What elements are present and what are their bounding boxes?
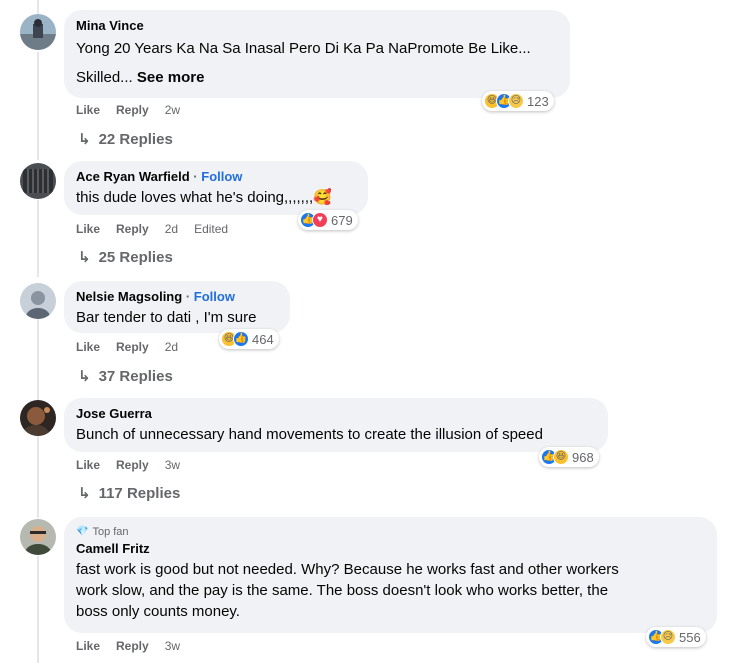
like-button[interactable]: Like (76, 458, 100, 472)
reaction-summary[interactable]: 😆 👍 😥 123 (482, 91, 554, 111)
reaction-count: 556 (679, 629, 701, 645)
follow-button[interactable]: Follow (194, 289, 235, 304)
reply-button[interactable]: Reply (116, 458, 149, 472)
avatar[interactable] (20, 400, 56, 436)
see-more-link[interactable]: See more (137, 69, 205, 86)
comment-bubble: Ace Ryan Warfield · Follow this dude lov… (64, 161, 368, 215)
thread-line (37, 436, 39, 518)
like-button[interactable]: Like (76, 639, 100, 653)
reaction-count: 123 (527, 93, 549, 109)
comment-text: Bar tender to dati , I'm sure (76, 309, 257, 326)
comment-bubble: 💎 Top fan Camell Fritz fast work is good… (64, 517, 717, 633)
comment-text: Yong 20 Years Ka Na Sa Inasal Pero Di Ka… (76, 40, 531, 57)
comment-header: Nelsie Magsoling · Follow (76, 289, 278, 305)
top-fan-badge[interactable]: 💎 Top fan (76, 525, 705, 539)
replies-count: 22 Replies (98, 130, 173, 148)
comment-bubble: Jose Guerra Bunch of unnecessary hand mo… (64, 398, 608, 452)
reply-arrow-icon: ↳ (78, 131, 91, 148)
view-replies-button[interactable]: ↳ 22 Replies (78, 130, 173, 149)
reaction-summary[interactable]: 👍 ♥ 679 (298, 210, 358, 230)
comment-author[interactable]: Camell Fritz (76, 541, 705, 557)
comment-text-line: boss only counts money. (76, 603, 240, 620)
separator-dot: · (193, 169, 198, 184)
edited-label[interactable]: Edited (194, 222, 228, 236)
reply-button[interactable]: Reply (116, 340, 149, 354)
comment-header: Ace Ryan Warfield · Follow (76, 169, 356, 185)
thread-line (37, 556, 39, 663)
replies-count: 37 Replies (98, 367, 173, 385)
reply-button[interactable]: Reply (116, 639, 149, 653)
reply-arrow-icon: ↳ (78, 249, 91, 266)
avatar[interactable] (20, 14, 56, 50)
reply-arrow-icon: ↳ (78, 368, 91, 385)
thread-line (37, 318, 39, 400)
view-replies-button[interactable]: ↳ 37 Replies (78, 367, 173, 386)
avatar[interactable] (20, 163, 56, 199)
timestamp[interactable]: 2d (165, 340, 178, 354)
follow-button[interactable]: Follow (201, 169, 242, 184)
comment-bubble: Nelsie Magsoling · Follow Bar tender to … (64, 281, 290, 333)
thread-line (37, 52, 39, 160)
comment-text-line: work slow, and the pay is the same. The … (76, 582, 609, 599)
diamond-icon: 💎 (76, 526, 89, 537)
reaction-count: 679 (331, 212, 353, 228)
timestamp[interactable]: 3w (165, 458, 180, 472)
reaction-summary[interactable]: 😆 👍 464 (219, 329, 279, 349)
separator-dot: · (185, 289, 191, 304)
love-icon: ♥ (312, 212, 328, 228)
comment-text-line: Skilled... See more (76, 67, 558, 88)
comment-text-continued: Skilled... (76, 69, 133, 86)
reply-arrow-icon: ↳ (78, 485, 91, 502)
replies-count: 117 Replies (98, 484, 181, 502)
view-replies-button[interactable]: ↳ 25 Replies (78, 248, 173, 267)
haha-icon: 😆 (553, 449, 569, 465)
comment-actions: Like Reply 3w (76, 639, 196, 653)
comment-actions: Like Reply 3w (76, 458, 196, 472)
comment-actions: Like Reply 2w (76, 103, 196, 117)
comment-text: fast work is good but not needed. Why? B… (76, 561, 619, 578)
comment-text: Bunch of unnecessary hand movements to c… (76, 426, 543, 443)
thread-line (37, 200, 39, 277)
timestamp[interactable]: 2d (165, 222, 178, 236)
comment-actions: Like Reply 2d Edited (76, 222, 244, 236)
comment-bubble: Mina Vince Yong 20 Years Ka Na Sa Inasal… (64, 10, 570, 98)
reaction-summary[interactable]: 👍 😆 968 (539, 447, 599, 467)
thread-line (37, 0, 39, 14)
view-replies-button[interactable]: ↳ 117 Replies (78, 484, 181, 503)
reaction-summary[interactable]: 👍 😥 556 (646, 627, 706, 647)
badge-label: Top fan (92, 526, 129, 538)
like-button[interactable]: Like (76, 222, 100, 236)
sad-icon: 😥 (508, 93, 524, 109)
reaction-count: 968 (572, 449, 594, 465)
reply-button[interactable]: Reply (116, 103, 149, 117)
timestamp[interactable]: 3w (165, 639, 180, 653)
timestamp[interactable]: 2w (165, 103, 180, 117)
avatar[interactable] (20, 519, 56, 555)
comment-author[interactable]: Nelsie Magsoling (76, 289, 182, 304)
reaction-count: 464 (252, 331, 274, 347)
avatar[interactable] (20, 283, 56, 319)
like-button[interactable]: Like (76, 340, 100, 354)
comment-actions: Like Reply 2d (76, 340, 194, 354)
reply-button[interactable]: Reply (116, 222, 149, 236)
like-icon: 👍 (233, 331, 249, 347)
replies-count: 25 Replies (98, 248, 173, 266)
comment-author[interactable]: Mina Vince (76, 18, 558, 34)
comment-author[interactable]: Jose Guerra (76, 406, 596, 422)
like-button[interactable]: Like (76, 103, 100, 117)
comment-text: this dude loves what he's doing,,,,,,,🥰 (76, 189, 332, 206)
comment-author[interactable]: Ace Ryan Warfield (76, 169, 190, 184)
sad-icon: 😥 (660, 629, 676, 645)
